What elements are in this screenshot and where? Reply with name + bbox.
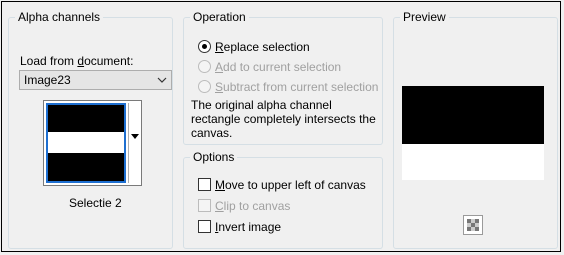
radio-selected-dot <box>202 44 207 49</box>
subtract-from-current-selection-label[interactable]: Subtract from current selection <box>215 80 378 94</box>
replace-selection-radio[interactable] <box>198 40 211 53</box>
options-title: Options <box>190 150 238 164</box>
checker-zoom-icon[interactable] <box>463 215 483 235</box>
subtract-from-current-selection-radio[interactable] <box>198 80 211 93</box>
selection-thumbnail[interactable] <box>46 103 126 183</box>
add-to-current-selection-radio[interactable] <box>198 60 211 73</box>
clip-to-canvas-checkbox[interactable] <box>198 199 211 212</box>
alpha-channels-title: Alpha channels <box>15 10 104 24</box>
add-to-current-selection-label[interactable]: Add to current selection <box>215 60 341 74</box>
operation-description: The original alpha channel rectangle com… <box>191 98 376 140</box>
replace-selection-label[interactable]: Replace selection <box>215 40 310 54</box>
thumbnail-white-band <box>48 132 124 153</box>
document-dropdown[interactable]: Image23 <box>19 70 172 90</box>
chevron-down-icon <box>157 77 167 83</box>
preview-image-black <box>402 86 544 144</box>
dropdown-arrow-icon <box>131 134 139 139</box>
selection-name-label: Selectie 2 <box>69 196 122 210</box>
document-dropdown-value: Image23 <box>24 73 71 87</box>
operation-title: Operation <box>190 10 249 24</box>
preview-image-white <box>402 144 544 180</box>
selection-thumbnail-picker[interactable] <box>43 100 142 186</box>
preview-title: Preview <box>400 10 449 24</box>
move-to-upper-left-label[interactable]: Move to upper left of canvas <box>215 178 366 192</box>
clip-to-canvas-label[interactable]: Clip to canvas <box>215 199 290 213</box>
move-to-upper-left-checkbox[interactable] <box>198 178 211 191</box>
thumbnail-dropdown-button[interactable] <box>128 103 140 183</box>
dialog-frame: Alpha channels Load from document: Image… <box>1 1 561 252</box>
checkerboard-icon <box>467 219 479 231</box>
load-from-document-label: Load from document: <box>20 54 134 68</box>
invert-image-label[interactable]: Invert image <box>215 220 281 234</box>
invert-image-checkbox[interactable] <box>198 220 211 233</box>
